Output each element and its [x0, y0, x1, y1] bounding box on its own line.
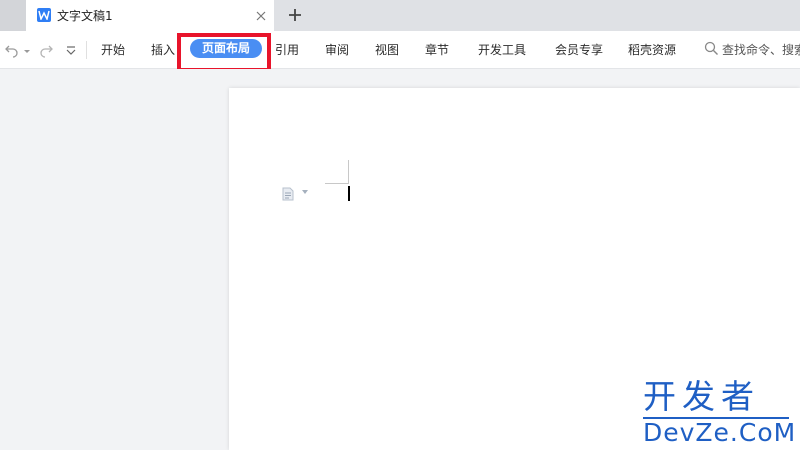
watermark-domain: DevZe.CoM — [643, 418, 797, 447]
redo-icon[interactable] — [38, 42, 54, 58]
watermark: 开发者 DevZe.CoM — [643, 377, 797, 447]
document-tab-title: 文字文稿1 — [57, 9, 113, 23]
tab-membership[interactable]: 会员专享 — [555, 41, 603, 58]
text-cursor — [348, 186, 350, 201]
tab-docer-resources[interactable]: 稻壳资源 — [628, 41, 676, 58]
document-tab[interactable]: 文字文稿1 — [26, 0, 274, 31]
tab-sections[interactable]: 章节 — [425, 41, 449, 58]
toolbar-divider — [86, 41, 87, 59]
undo-icon[interactable] — [4, 42, 20, 58]
search-icon — [704, 41, 719, 60]
margin-marker — [325, 183, 349, 184]
search-input[interactable]: 查找命令、搜索 — [722, 41, 800, 58]
tab-insert[interactable]: 插入 — [151, 41, 175, 58]
tab-developer[interactable]: 开发工具 — [478, 41, 526, 58]
tab-view[interactable]: 视图 — [375, 41, 399, 58]
wps-writer-icon — [37, 8, 51, 22]
tab-references[interactable]: 引用 — [275, 41, 299, 58]
customize-dropdown-icon[interactable] — [64, 42, 80, 58]
tab-start[interactable]: 开始 — [101, 41, 125, 58]
paragraph-layout-icon[interactable] — [282, 186, 294, 201]
chevron-down-icon[interactable] — [302, 190, 308, 194]
tab-bar: 文字文稿1 — [0, 0, 800, 31]
tab-scroll-area[interactable] — [0, 0, 26, 31]
tab-review[interactable]: 审阅 — [325, 41, 349, 58]
watermark-text: 开发者 — [643, 377, 760, 416]
undo-dropdown-icon[interactable] — [23, 42, 31, 58]
ribbon-menu-bar: 开始 插入 页面布局 引用 审阅 视图 章节 开发工具 会员专享 稻壳资源 — [0, 31, 800, 69]
close-icon[interactable] — [254, 8, 268, 22]
plus-icon[interactable] — [286, 6, 304, 24]
margin-marker — [348, 160, 349, 184]
annotation-highlight-box — [177, 33, 271, 72]
